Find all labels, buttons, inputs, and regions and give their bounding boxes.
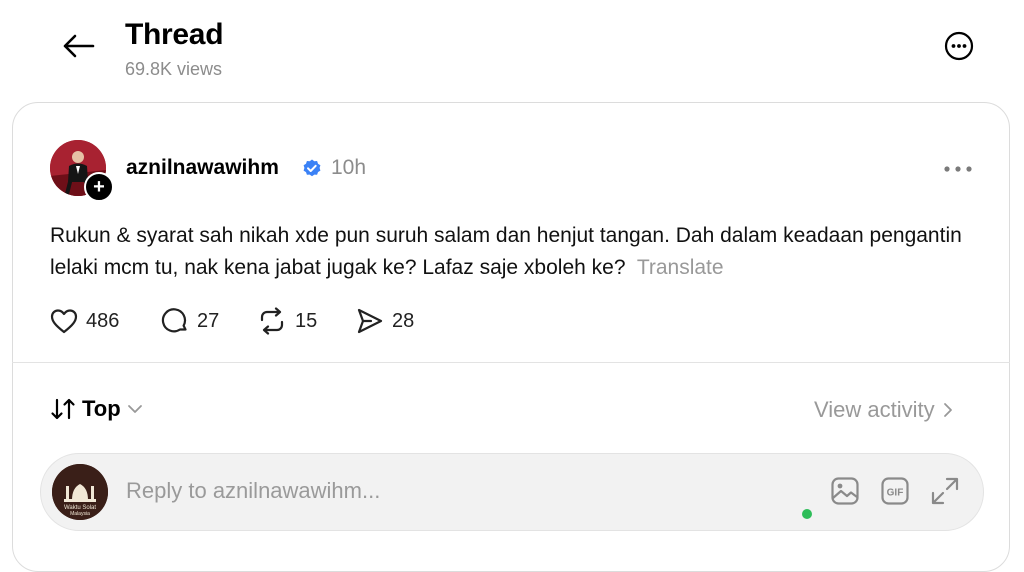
mosque-logo: Waktu Solat Malaysia (52, 464, 108, 520)
page-title: Thread (125, 18, 224, 51)
back-button[interactable] (58, 28, 98, 64)
more-horizontal-icon (944, 166, 972, 172)
sort-dropdown[interactable]: Top (50, 394, 143, 424)
chevron-right-icon (943, 403, 952, 417)
view-activity-label: View activity (814, 397, 935, 422)
attach-gif-button[interactable]: GIF (879, 475, 911, 507)
like-count: 486 (86, 309, 120, 332)
repost-count: 15 (295, 309, 318, 332)
heart-icon (50, 309, 78, 334)
post-body: Rukun & syarat sah nikah xde pun suruh s… (50, 220, 990, 284)
like-button[interactable]: 486 (50, 306, 119, 336)
chevron-down-icon (127, 405, 142, 413)
share-count: 28 (392, 309, 415, 332)
reply-button[interactable]: 27 (161, 306, 219, 336)
expand-composer-button[interactable] (929, 475, 961, 507)
back-arrow-icon (63, 34, 95, 58)
thread-options-button[interactable] (940, 27, 978, 65)
share-button[interactable]: 28 (356, 306, 414, 336)
translate-link[interactable]: Translate (637, 256, 724, 279)
repost-icon (260, 307, 284, 335)
more-circle-icon (944, 31, 974, 61)
sort-arrows-icon (51, 398, 75, 420)
gif-icon: GIF (881, 477, 909, 505)
comment-icon (161, 308, 187, 333)
reply-input[interactable]: Reply to aznilnawawihm... (126, 478, 380, 504)
gif-text: GIF (887, 488, 904, 499)
send-icon (357, 308, 383, 334)
sort-label: Top (82, 396, 121, 421)
view-count: 69.8K views (125, 59, 223, 79)
expand-icon (931, 477, 959, 505)
attach-image-button[interactable] (829, 475, 861, 507)
post-options-button[interactable] (938, 155, 978, 183)
post-username[interactable]: aznilnawawihm (126, 156, 279, 180)
verified-badge-icon (301, 158, 323, 180)
image-icon (831, 477, 859, 505)
post-timestamp: 10h (331, 156, 367, 179)
post-text: Rukun & syarat sah nikah xde pun suruh s… (50, 224, 962, 279)
reply-avatar[interactable]: Waktu Solat Malaysia (52, 464, 108, 520)
follow-plus-button[interactable]: + (84, 172, 114, 202)
logo-text-2: Malaysia (70, 511, 90, 517)
repost-button[interactable]: 15 (257, 306, 317, 336)
reply-count: 27 (197, 309, 220, 332)
section-divider (12, 362, 1010, 363)
view-activity-link[interactable]: View activity (814, 395, 953, 425)
online-status-dot (802, 509, 812, 519)
